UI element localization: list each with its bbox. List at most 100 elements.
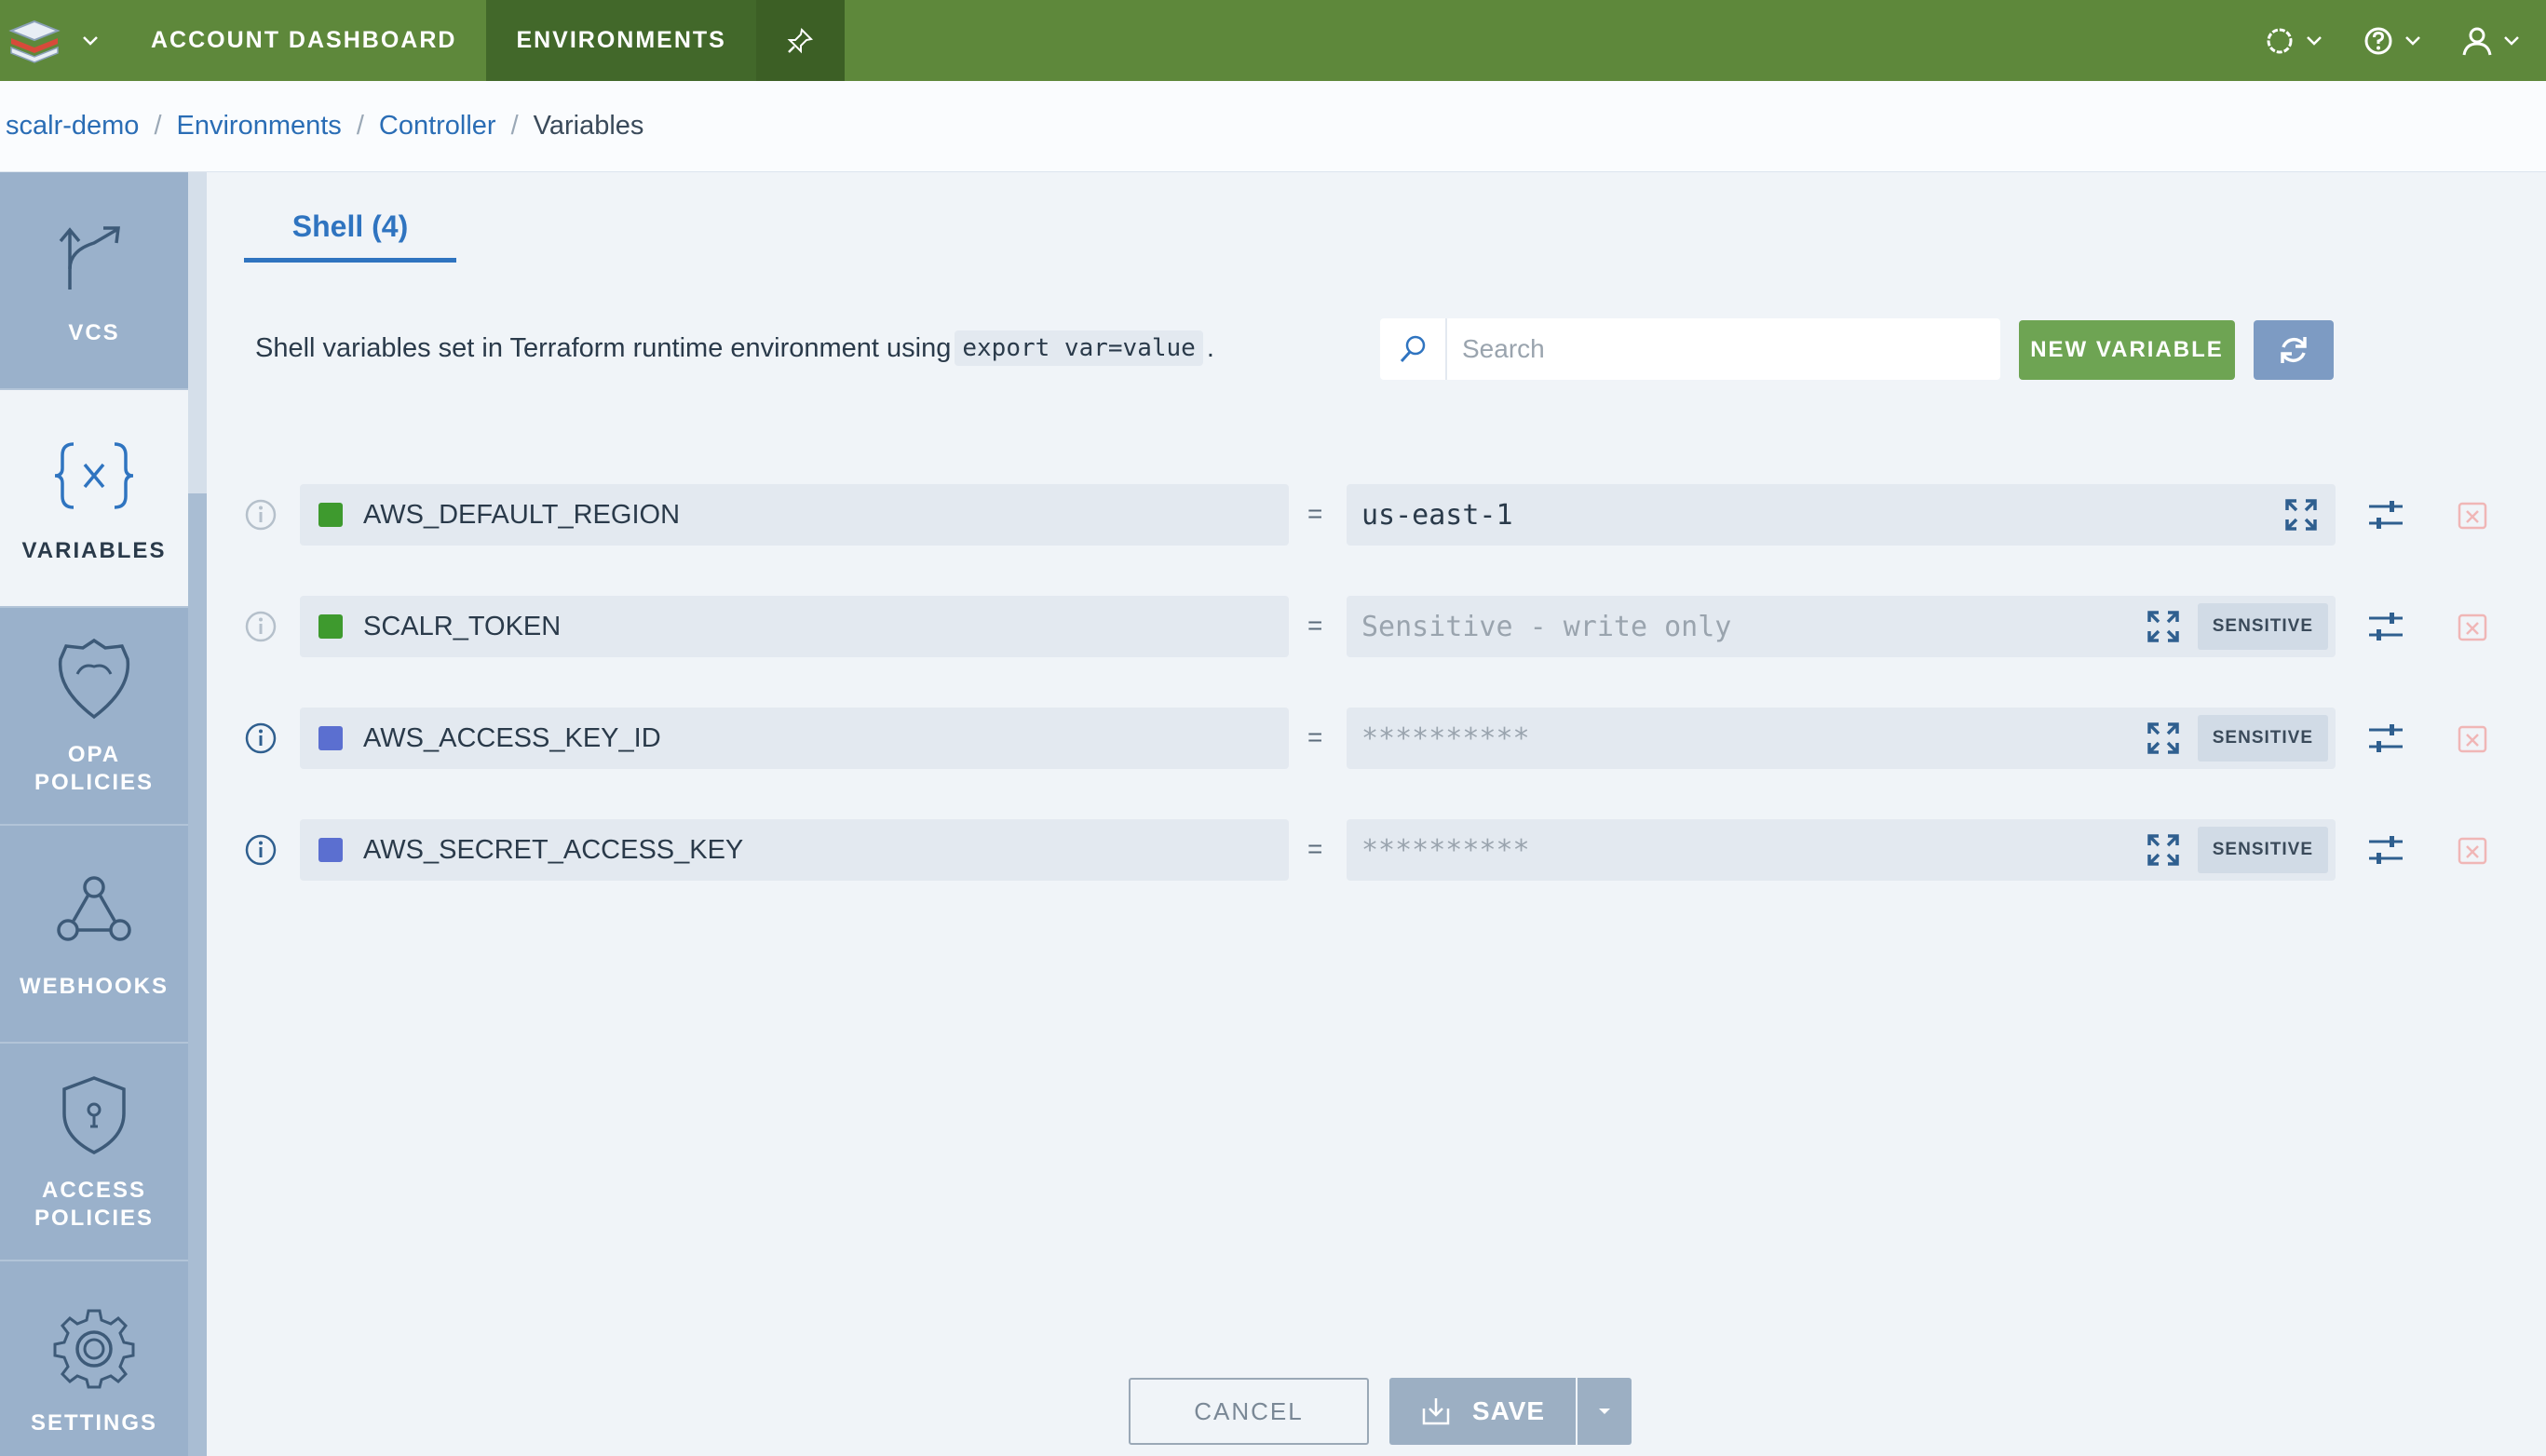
new-variable-button[interactable]: NEW VARIABLE xyxy=(2019,320,2235,380)
nav-environments[interactable]: ENVIRONMENTS xyxy=(486,0,756,81)
sidebar-scrollbar-thumb[interactable] xyxy=(188,493,207,1456)
expand-icon[interactable] xyxy=(2146,721,2181,756)
expand-icon[interactable] xyxy=(2283,497,2319,533)
variable-category-swatch xyxy=(318,726,343,750)
expand-icon[interactable] xyxy=(2146,832,2181,868)
breadcrumb-account[interactable]: scalr-demo xyxy=(6,111,139,142)
sliders-icon[interactable] xyxy=(2367,609,2404,644)
delete-icon[interactable] xyxy=(2455,721,2490,756)
scalr-logo-icon xyxy=(8,20,61,63)
info-icon[interactable] xyxy=(244,721,278,755)
gear-icon xyxy=(53,1309,135,1389)
info-icon[interactable] xyxy=(244,498,278,532)
variable-category-swatch xyxy=(318,838,343,862)
variable-value-field[interactable]: ********** SENSITIVE xyxy=(1347,819,2336,881)
equals-sign: = xyxy=(1307,834,1323,863)
variable-row: SCALR_TOKEN = Sensitive - write only SEN… xyxy=(244,596,2516,657)
sliders-icon[interactable] xyxy=(2367,497,2404,533)
equals-sign: = xyxy=(1307,499,1323,528)
delete-icon[interactable] xyxy=(2455,497,2490,533)
breadcrumb-separator: / xyxy=(510,111,519,141)
variable-value: ********** xyxy=(1361,833,1530,867)
save-label: SAVE xyxy=(1471,1396,1546,1425)
equals-sign: = xyxy=(1307,611,1323,640)
variable-value-field[interactable]: ********** SENSITIVE xyxy=(1347,708,2336,769)
variable-key-field[interactable]: SCALR_TOKEN xyxy=(300,596,1289,657)
chevron-down-icon xyxy=(2307,35,2322,46)
help-icon xyxy=(2364,27,2392,54)
help-menu[interactable] xyxy=(2362,24,2421,58)
sidebar-label-settings: SETTINGS xyxy=(30,1410,157,1436)
vcs-branch-icon xyxy=(59,226,120,290)
save-button[interactable]: SAVE xyxy=(1389,1378,1576,1445)
delete-icon[interactable] xyxy=(2455,609,2490,644)
access-shield-icon xyxy=(62,1076,126,1154)
variable-key-field[interactable]: AWS_DEFAULT_REGION xyxy=(300,484,1289,546)
description-period: . xyxy=(1206,332,1214,363)
variable-value-field[interactable]: us-east-1 xyxy=(1347,484,2336,546)
equals-sign: = xyxy=(1307,722,1323,751)
sidebar-label-opa-policies: OPA POLICIES xyxy=(34,742,155,795)
search-icon-wrapper xyxy=(1380,318,1447,380)
webhook-icon xyxy=(57,876,131,941)
variable-key: AWS_SECRET_ACCESS_KEY xyxy=(363,834,744,865)
sidebar-label-variables: VARIABLES xyxy=(21,538,167,563)
sliders-icon[interactable] xyxy=(2367,832,2404,868)
breadcrumb-separator: / xyxy=(154,111,162,141)
variable-key-field[interactable]: AWS_ACCESS_KEY_ID xyxy=(300,708,1289,769)
status-circle-icon xyxy=(2267,28,2293,53)
save-download-icon xyxy=(1422,1398,1450,1425)
expand-icon[interactable] xyxy=(2146,609,2181,644)
sidebar-item-opa-policies[interactable]: OPA POLICIES xyxy=(0,608,188,826)
variable-row: AWS_DEFAULT_REGION = us-east-1 xyxy=(244,484,2516,546)
user-icon xyxy=(2462,27,2492,55)
sensitive-badge: SENSITIVE xyxy=(2197,827,2328,873)
sidebar-label-access-policies: ACCESS POLICIES xyxy=(34,1178,155,1231)
sliders-icon[interactable] xyxy=(2367,721,2404,756)
breadcrumb: scalr-demo / Environments / Controller /… xyxy=(0,81,2546,172)
variable-key: AWS_DEFAULT_REGION xyxy=(363,499,681,530)
variable-key: SCALR_TOKEN xyxy=(363,611,562,641)
variable-key-field[interactable]: AWS_SECRET_ACCESS_KEY xyxy=(300,819,1289,881)
search-icon xyxy=(1400,335,1426,363)
sidebar-label-vcs: VCS xyxy=(68,320,120,345)
variable-row: AWS_SECRET_ACCESS_KEY = ********** SENSI… xyxy=(244,819,2516,881)
nav-account-dashboard[interactable]: ACCOUNT DASHBOARD xyxy=(121,0,486,81)
user-menu[interactable] xyxy=(2460,24,2520,58)
breadcrumb-controller[interactable]: Controller xyxy=(379,111,496,142)
variable-value: Sensitive - write only xyxy=(1361,610,1732,643)
tab-shell[interactable]: Shell (4) xyxy=(244,195,456,263)
opa-policy-icon xyxy=(58,638,130,720)
chevron-down-icon xyxy=(2504,35,2519,46)
breadcrumb-current: Variables xyxy=(533,111,644,141)
logo-menu[interactable] xyxy=(0,0,121,81)
variable-row: AWS_ACCESS_KEY_ID = ********** SENSITIVE xyxy=(244,708,2516,769)
search-input[interactable] xyxy=(1447,334,2000,364)
variables-braces-icon xyxy=(54,442,134,509)
pin-button[interactable] xyxy=(755,0,845,81)
top-navigation-bar: ACCOUNT DASHBOARD ENVIRONMENTS xyxy=(0,0,2546,81)
save-dropdown-button[interactable] xyxy=(1578,1378,1632,1445)
cancel-button[interactable]: CANCEL xyxy=(1129,1378,1369,1445)
delete-icon[interactable] xyxy=(2455,832,2490,868)
variable-category-swatch xyxy=(318,503,343,527)
sidebar-item-webhooks[interactable]: WEBHOOKS xyxy=(0,826,188,1044)
variable-value-field[interactable]: Sensitive - write only SENSITIVE xyxy=(1347,596,2336,657)
sensitive-badge: SENSITIVE xyxy=(2197,715,2328,762)
pin-icon xyxy=(787,27,814,53)
info-icon[interactable] xyxy=(244,610,278,643)
status-menu[interactable] xyxy=(2263,24,2323,58)
sidebar-item-vcs[interactable]: VCS xyxy=(0,172,188,390)
variable-value: ********** xyxy=(1361,721,1530,755)
sidebar-item-access-policies[interactable]: ACCESS POLICIES xyxy=(0,1044,188,1261)
caret-down-icon xyxy=(1599,1409,1610,1414)
sidebar-item-settings[interactable]: SETTINGS xyxy=(0,1261,188,1456)
description-code: export var=value xyxy=(955,330,1203,366)
info-icon[interactable] xyxy=(244,833,278,867)
search-box xyxy=(1380,318,2000,380)
refresh-button[interactable] xyxy=(2254,320,2334,380)
variable-key: AWS_ACCESS_KEY_ID xyxy=(363,722,661,753)
sidebar-item-variables[interactable]: VARIABLES xyxy=(0,390,188,608)
breadcrumb-environments[interactable]: Environments xyxy=(177,111,342,142)
description-text: Shell variables set in Terraform runtime… xyxy=(255,332,952,363)
